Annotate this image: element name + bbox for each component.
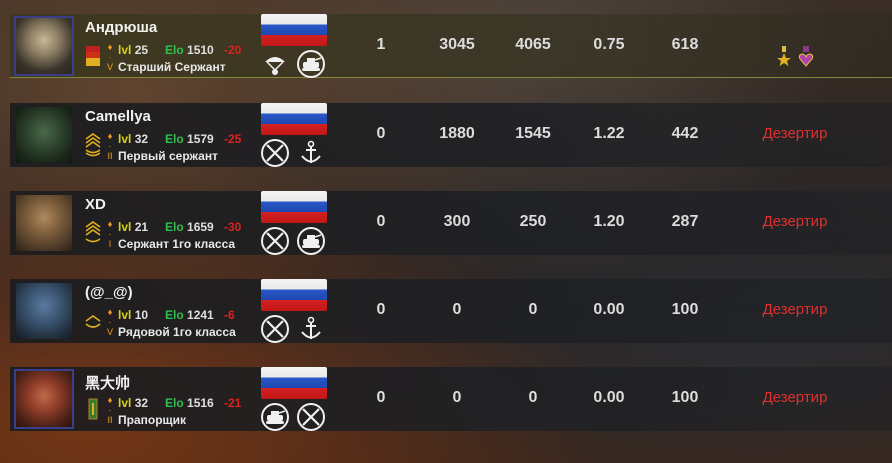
player-elo: Elo 1659 — [165, 220, 214, 234]
russia-flag-icon — [261, 103, 327, 135]
player-row[interactable]: 黑大帅 ♦ · II lvl 32 Elo 1516 -21 Прапорщик 0… — [10, 367, 892, 431]
status-deserter: Дезертир — [762, 389, 828, 406]
player-elo: Elo 1241 — [165, 308, 214, 322]
stat-damage: 0 — [528, 389, 538, 406]
player-level: lvl 32 — [118, 132, 149, 146]
first-sergeant-rank-icon — [85, 133, 101, 157]
rank-name: Сержант 1го класса — [118, 237, 236, 251]
player-name: 黑大帅 — [85, 375, 131, 392]
stat-points: 100 — [671, 301, 699, 318]
crossed-rifles-icon — [261, 315, 289, 343]
stat-points: 100 — [671, 389, 699, 406]
player-avatar[interactable] — [14, 105, 74, 165]
staff-sergeant-rank-icon — [86, 46, 100, 66]
medals — [772, 46, 822, 70]
private-first-class-rank-icon — [85, 315, 101, 328]
stat-ratio: 0.00 — [593, 301, 625, 318]
division-badge-icon: ♦ · II — [107, 395, 113, 425]
crossed-rifles-icon — [261, 139, 289, 167]
player-avatar[interactable] — [14, 369, 74, 429]
rank-name: Старший Сержант — [118, 60, 226, 74]
stat-score: 1880 — [439, 125, 475, 142]
russia-flag-icon — [261, 14, 327, 46]
player-row-self[interactable]: Андрюша ♦ · V lvl 25 Elo 1510 -20 Старший … — [10, 14, 892, 78]
elo-delta: -21 — [224, 396, 242, 410]
status-deserter: Дезертир — [762, 125, 828, 142]
russia-flag-icon — [261, 367, 327, 399]
player-avatar[interactable] — [14, 281, 74, 341]
crossed-rifles-icon — [261, 227, 289, 255]
rank-name: Первый сержант — [118, 149, 218, 163]
warrant-officer-rank-icon — [88, 398, 98, 420]
status-deserter: Дезертир — [762, 213, 828, 230]
player-elo: Elo 1510 — [165, 43, 214, 57]
elo-delta: -25 — [224, 132, 242, 146]
stat-damage: 1545 — [515, 125, 551, 142]
player-avatar[interactable] — [14, 193, 74, 253]
player-name: Андрюша — [85, 19, 158, 36]
stat-damage: 4065 — [515, 36, 551, 53]
division-badge-icon: ♦ · V — [106, 42, 113, 72]
stat-kills: 0 — [376, 301, 386, 318]
stat-damage: 250 — [519, 213, 547, 230]
stat-ratio: 0.75 — [593, 36, 625, 53]
stat-kills: 0 — [376, 213, 386, 230]
stat-points: 442 — [671, 125, 699, 142]
player-elo: Elo 1579 — [165, 132, 214, 146]
sergeant-first-class-rank-icon — [85, 221, 101, 243]
player-row[interactable]: Camellya ♦ · II lvl 32 Elo 1579 -25 Первый… — [10, 103, 892, 167]
player-name: Camellya — [85, 108, 151, 125]
division-badge-icon: ♦ · II — [107, 131, 113, 161]
player-elo: Elo 1516 — [165, 396, 214, 410]
player-level: lvl 10 — [118, 308, 149, 322]
tank-icon — [261, 403, 289, 431]
purple-heart-medal-icon[interactable] — [798, 46, 814, 68]
player-name: (@_@) — [85, 284, 133, 301]
player-row[interactable]: (@_@) ♦ · V lvl 10 Elo 1241 -6 Рядовой 1го… — [10, 279, 892, 343]
player-level: lvl 32 — [118, 396, 149, 410]
division-badge-icon: ♦ · I — [107, 219, 113, 249]
elo-delta: -30 — [224, 220, 242, 234]
stat-score: 3045 — [439, 36, 475, 53]
star-medal-icon[interactable] — [776, 46, 792, 68]
stat-kills: 0 — [376, 125, 386, 142]
paratrooper-icon — [261, 50, 289, 78]
stat-score: 0 — [452, 301, 462, 318]
elo-delta: -6 — [224, 308, 235, 322]
stat-ratio: 0.00 — [593, 389, 625, 406]
player-avatar[interactable] — [14, 16, 74, 76]
crossed-rifles-icon — [297, 403, 325, 431]
stat-ratio: 1.20 — [593, 213, 625, 230]
status-deserter: Дезертир — [762, 301, 828, 318]
rank-name: Рядовой 1го класса — [118, 325, 236, 339]
russia-flag-icon — [261, 279, 327, 311]
stat-ratio: 1.22 — [593, 125, 625, 142]
anchor-icon — [297, 315, 325, 343]
russia-flag-icon — [261, 191, 327, 223]
elo-delta: -20 — [224, 43, 242, 57]
stat-kills: 0 — [376, 389, 386, 406]
player-row[interactable]: XD ♦ · I lvl 21 Elo 1659 -30 Сержант 1го к… — [10, 191, 892, 255]
rank-name: Прапорщик — [118, 413, 187, 427]
tank-icon — [297, 227, 325, 255]
stat-points: 287 — [671, 213, 699, 230]
stat-score: 0 — [452, 389, 462, 406]
stat-score: 300 — [443, 213, 471, 230]
stat-kills: 1 — [376, 36, 386, 53]
player-level: lvl 25 — [118, 43, 149, 57]
player-name: XD — [85, 196, 106, 213]
tank-icon — [297, 50, 325, 78]
player-level: lvl 21 — [118, 220, 149, 234]
stat-damage: 0 — [528, 301, 538, 318]
stat-points: 618 — [671, 36, 699, 53]
division-badge-icon: ♦ · V — [106, 307, 113, 337]
anchor-icon — [297, 139, 325, 167]
